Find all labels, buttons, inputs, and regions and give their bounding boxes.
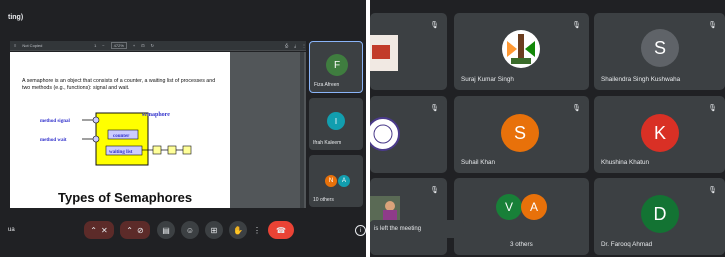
- camera-toggle-button[interactable]: ⌃ ⊘: [120, 221, 150, 239]
- participant-name: Shailendra Singh Kushwaha: [601, 76, 681, 83]
- participant-tile-suraj[interactable]: 🎙 Suraj Kumar Singh: [454, 13, 589, 90]
- participant-photo: [370, 35, 398, 71]
- camera-off-icon: ⊘: [137, 225, 144, 235]
- avatar: D: [641, 195, 679, 233]
- left-meeting-notification: is left the meeting: [370, 220, 464, 238]
- participant-tile-fiza[interactable]: F Fiza Afreen: [309, 41, 363, 93]
- print-icon[interactable]: ⎙: [285, 43, 288, 48]
- page-indicator[interactable]: 1: [94, 43, 96, 48]
- slide-body-text: A semaphore is an object that consists o…: [22, 78, 222, 92]
- mic-toggle-button[interactable]: ⌃ ✕: [84, 221, 114, 239]
- window-title: ting): [8, 14, 24, 21]
- mic-off-icon: 🎙: [708, 187, 717, 194]
- avatar: V: [496, 194, 522, 220]
- self-name: ua: [8, 227, 15, 233]
- wait-port: [92, 135, 100, 143]
- hang-up-icon: ☎: [276, 225, 286, 235]
- avatar: F: [326, 54, 348, 76]
- waiting-list-label: waiting list: [109, 150, 133, 155]
- mic-off-icon: 🎙: [572, 22, 581, 29]
- zoom-in-icon[interactable]: +: [133, 43, 135, 48]
- slide-text-line: A semaphore is an object that consists o…: [22, 78, 216, 84]
- avatar: I: [327, 112, 345, 130]
- participant-tile[interactable]: 🎙: [370, 96, 447, 173]
- participant-name: 3 others: [510, 241, 533, 248]
- pdf-viewport[interactable]: A semaphore is an object that consists o…: [10, 52, 306, 208]
- queue-node: [182, 145, 192, 155]
- mic-off-icon: 🎙: [708, 22, 717, 29]
- avatar: S: [501, 114, 539, 152]
- participant-name: Fiza Afreen: [314, 82, 340, 88]
- avatar: A: [338, 175, 350, 187]
- participant-tile[interactable]: 🎙: [370, 178, 447, 255]
- raise-hand-button[interactable]: ✋: [229, 221, 247, 239]
- participant-tile-ifrah[interactable]: I Ifrah Kaleem: [309, 98, 363, 150]
- more-options-icon[interactable]: ⋮: [302, 43, 306, 48]
- participant-tile-shailendra[interactable]: S 🎙 Shailendra Singh Kushwaha: [594, 13, 725, 90]
- slide-page: A semaphore is an object that consists o…: [10, 52, 230, 208]
- participant-tile-khushina[interactable]: K 🎙 Khushina Khatun: [594, 96, 725, 173]
- participant-name: 10 others: [313, 197, 334, 203]
- present-screen-icon: ⊞: [210, 225, 218, 235]
- chevron-up-icon: ⌃: [126, 225, 133, 235]
- rotate-icon[interactable]: ↻: [151, 43, 154, 48]
- chevron-up-icon: ⌃: [90, 225, 97, 235]
- present-button[interactable]: ⊞: [205, 221, 223, 239]
- university-logo: [370, 117, 400, 151]
- leave-call-button[interactable]: ☎: [268, 221, 294, 239]
- mic-off-icon: 🎙: [430, 22, 439, 29]
- pdf-filename: Not Copied: [22, 43, 43, 48]
- mic-off-icon: ✕: [101, 225, 108, 235]
- participant-name: Khushina Khatun: [601, 159, 649, 166]
- mic-off-icon: 🎙: [572, 105, 581, 112]
- pdf-toolbar: ≡ Not Copied 1 − 472% + ⊡ ↻ ⎙ ⤓ ⋮: [10, 41, 306, 51]
- hand-icon: ✋: [233, 225, 243, 235]
- zoom-out-icon[interactable]: −: [102, 43, 104, 48]
- avatar: S: [641, 29, 679, 67]
- presentation-pane: ting) ≡ Not Copied 1 − 472% + ⊡ ↻ ⎙ ⤓ ⋮ …: [0, 0, 366, 257]
- more-vert-icon: ⋮: [253, 225, 261, 235]
- menu-icon[interactable]: ≡: [14, 43, 16, 48]
- captions-button[interactable]: ▤: [157, 221, 175, 239]
- participant-name: Ifrah Kaleem: [313, 140, 342, 146]
- signal-port: [92, 116, 100, 124]
- meeting-grid: 🎙 🎙 Suraj Kumar Singh S 🎙 Shailendra Sin…: [370, 0, 725, 257]
- participant-tile-others[interactable]: N A 10 others: [309, 155, 363, 207]
- reactions-button[interactable]: ☺: [181, 221, 199, 239]
- participant-tile-suhail[interactable]: S 🎙 Suhail Khan: [454, 96, 589, 173]
- avatar: N: [325, 175, 337, 187]
- participant-name: Suhail Khan: [461, 159, 495, 166]
- pdf-scrollbar[interactable]: [300, 52, 304, 208]
- mic-off-icon: 🎙: [430, 105, 439, 112]
- method-signal-label: method signal: [40, 119, 70, 124]
- zoom-level[interactable]: 472%: [110, 42, 127, 49]
- more-options-button[interactable]: ⋮: [252, 221, 262, 239]
- download-icon[interactable]: ⤓: [294, 43, 296, 48]
- slide-heading: Types of Semaphores: [58, 190, 193, 205]
- mic-off-icon: 🎙: [708, 105, 717, 112]
- slide-text-line: two methods (e.g., functions): signal an…: [22, 85, 130, 91]
- semaphore-label: semaphore: [142, 112, 170, 118]
- method-wait-label: method wait: [40, 138, 67, 143]
- participant-tile-farooq[interactable]: D 🎙 Dr. Farooq Ahmad: [594, 178, 725, 255]
- participant-tile-others[interactable]: V A 3 others: [454, 178, 589, 255]
- queue-node: [152, 145, 162, 155]
- participant-sidebar: F Fiza Afreen I Ifrah Kaleem N A 10 othe…: [309, 41, 366, 208]
- captions-icon: ▤: [162, 225, 170, 235]
- emoji-icon: ☺: [185, 225, 195, 235]
- participant-tile[interactable]: 🎙: [370, 13, 447, 90]
- fit-page-icon[interactable]: ⊡: [141, 43, 144, 48]
- meeting-controls: ua ⌃ ✕ ⌃ ⊘ ▤ ☺ ⊞ ✋ ⋮ ☎ i: [0, 214, 366, 247]
- avatar: A: [521, 194, 547, 220]
- semaphore-diagram: semaphore method signal method wait coun…: [40, 112, 192, 166]
- info-glyph: i: [359, 227, 362, 234]
- queue-node: [167, 145, 177, 155]
- participant-name: Dr. Farooq Ahmad: [601, 241, 653, 248]
- counter-label: counter: [113, 134, 130, 139]
- emblem-avatar: [502, 30, 540, 68]
- participant-name: Suraj Kumar Singh: [461, 76, 514, 83]
- mic-off-icon: 🎙: [430, 187, 439, 194]
- avatar: K: [641, 114, 679, 152]
- info-icon[interactable]: i: [355, 225, 366, 236]
